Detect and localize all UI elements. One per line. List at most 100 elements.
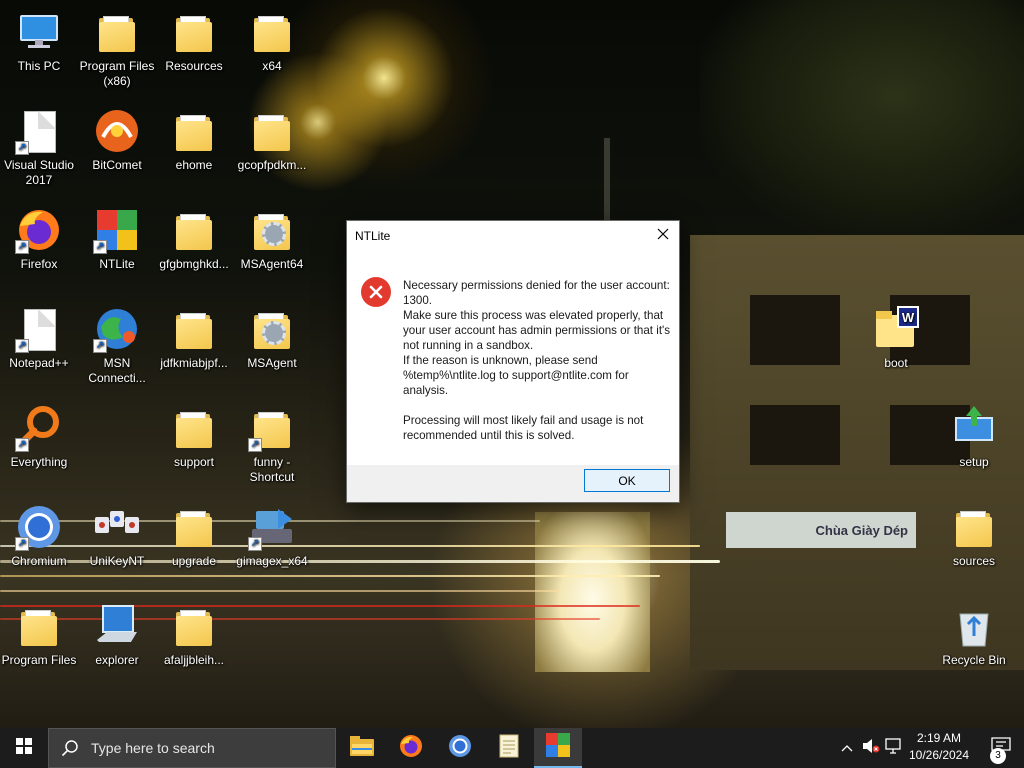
desktop-icon[interactable]: ↗ gimagex_x64 [233,503,311,569]
taskbar-file-explorer[interactable] [338,728,386,768]
desktop-icon[interactable]: Resources [155,8,233,74]
desktop-icon[interactable]: ↗ NTLite [78,206,156,272]
gimagex-icon: ↗ [248,503,296,551]
chevron-up-icon [841,739,853,757]
message-note: Processing will most likely fail and usa… [403,414,644,442]
desktop-icon[interactable]: UniKeyNT [78,503,156,569]
desktop-icon[interactable]: sources [935,503,1013,569]
search-placeholder: Type here to search [91,740,215,756]
notepad-icon [498,734,520,763]
desktop-icon[interactable]: MSAgent [233,305,311,371]
desktop-icon[interactable]: gfgbmghkd... [155,206,233,272]
desktop-icon-label: BitComet [92,158,142,172]
desktop-icon[interactable]: afaljjbleih... [155,602,233,668]
folder-icon [950,503,998,551]
show-hidden-icons-button[interactable] [836,728,858,768]
desktop-icon-label: Chromium [11,554,67,568]
desktop-icon-label: Visual Studio 2017 [4,158,74,187]
folder-icon [170,305,218,353]
volume-button[interactable] [860,728,882,768]
desktop-icon[interactable]: ↗ funny - Shortcut [233,404,311,485]
boot-folder-icon: W [872,305,920,353]
folder-icon: ↗ [248,404,296,452]
desktop-icon[interactable]: Wboot [857,305,935,371]
desktop-icon[interactable]: support [155,404,233,470]
desktop-icon[interactable]: setup [935,404,1013,470]
street-pole [604,138,610,228]
windows-logo-icon [16,737,32,759]
desktop-icon-label: Recycle Bin [942,653,1006,667]
setup-icon [950,404,998,452]
desktop-icon-label: funny - Shortcut [249,455,295,484]
ok-button[interactable]: OK [584,469,670,492]
computer-icon [15,8,63,56]
explorer-icon [93,602,141,650]
dialog-close-button[interactable] [647,221,679,251]
desktop-icon[interactable]: Program Files [0,602,78,668]
desktop-icon[interactable]: ↗ Visual Studio 2017 [0,107,78,188]
taskbar: Type here to search 2:19 AM 10/26/2024 3 [0,728,1024,768]
desktop-icon[interactable]: explorer [78,602,156,668]
desktop-icon-label: support [173,455,215,469]
close-icon [657,227,669,245]
shop-sign: Chùa Giày Dép [726,512,916,548]
folder-icon [170,107,218,155]
desktop-icon[interactable]: jdfkmiabjpf... [155,305,233,371]
desktop-icon-label: MSN Connecti... [88,356,146,385]
dialog-message: Necessary permissions denied for the use… [403,278,671,443]
desktop-icon[interactable]: ↗ Firefox [0,206,78,272]
lit-shop [535,512,650,672]
desktop-icon[interactable]: ↗ Notepad++ [0,305,78,371]
desktop-icon-label: sources [952,554,996,568]
desktop-icon[interactable]: MSAgent64 [233,206,311,272]
error-icon [361,277,391,307]
desktop-icon[interactable]: upgrade [155,503,233,569]
taskbar-ntlite[interactable] [534,728,582,768]
folder-icon [170,206,218,254]
taskbar-search-box[interactable]: Type here to search [48,728,336,768]
desktop-icon[interactable]: ehome [155,107,233,173]
taskbar-notepad[interactable] [485,728,533,768]
start-button[interactable] [0,728,48,768]
desktop-icon[interactable]: BitComet [78,107,156,173]
trees [700,0,1024,240]
document-icon: ↗ [15,107,63,155]
desktop-icon[interactable]: Recycle Bin [935,602,1013,668]
desktop-icon-label: Firefox [20,257,58,271]
desktop-icon-label: gcopfpdkm... [237,158,307,172]
folder-icon [15,602,63,650]
ntlite-error-dialog: NTLite Necessary permissions denied for … [346,220,680,503]
desktop-icon[interactable]: x64 [233,8,311,74]
desktop-icon-label: x64 [262,59,282,73]
svg-text:W: W [902,310,915,325]
ntlite-icon [546,732,570,762]
folder-icon [248,8,296,56]
firefox-icon [399,734,423,763]
desktop-icon[interactable]: This PC [0,8,78,74]
everything-search-icon: ↗ [15,404,63,452]
desktop-icon-label: upgrade [171,554,217,568]
desktop-icon-label: Resources [165,59,223,73]
desktop-icon[interactable]: ↗ MSN Connecti... [78,305,156,386]
desktop-icon-label: Program Files (x86) [79,59,155,88]
system-clock[interactable]: 2:19 AM 10/26/2024 [902,730,976,764]
dialog-title: NTLite [355,229,391,243]
clock-time: 2:19 AM [916,731,962,745]
bitcomet-icon [93,107,141,155]
folder-icon [248,107,296,155]
folder-icon [248,305,296,353]
desktop-icon[interactable]: gcopfpdkm... [233,107,311,173]
taskbar-chromium[interactable] [436,728,484,768]
folder-icon [170,503,218,551]
taskbar-firefox[interactable] [387,728,435,768]
dialog-titlebar[interactable]: NTLite [347,221,679,251]
chromium-icon [448,734,472,763]
dialog-footer: OK [347,465,679,502]
desktop-icon[interactable]: ↗ Chromium [0,503,78,569]
recycle-bin-icon [950,602,998,650]
desktop-icon[interactable]: ↗ Everything [0,404,78,470]
folder-icon [93,8,141,56]
network-button[interactable] [884,728,904,768]
speaker-muted-icon [862,738,880,759]
desktop-icon[interactable]: Program Files (x86) [78,8,156,89]
